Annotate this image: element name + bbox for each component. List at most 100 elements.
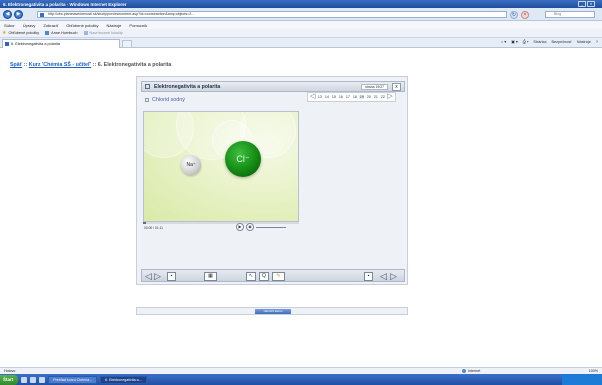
volume-slider[interactable]: [256, 226, 286, 228]
minimize-button[interactable]: _: [578, 1, 586, 7]
globe-icon: [462, 369, 466, 373]
refresh-icon[interactable]: ↻: [510, 11, 518, 19]
window-title: 6. Elektronegativita a polarita - Window…: [3, 1, 127, 7]
help-icon[interactable]: ?: [596, 40, 598, 44]
tab-label: 6. Elektronegativita a polarita: [11, 42, 60, 46]
breadcrumb-current: 6. Elektronegativita a polarita: [97, 62, 172, 68]
menu-bar: Súbor Úpravy Zobraziť Obľúbené položky N…: [0, 21, 602, 29]
page-link[interactable]: 22: [380, 95, 385, 99]
close-window-button[interactable]: x: [587, 1, 595, 7]
menu-icon[interactable]: ▪: [167, 272, 176, 281]
search-input[interactable]: Bing: [545, 11, 595, 18]
page-link[interactable]: 14: [324, 95, 329, 99]
highlight-icon[interactable]: ✎: [272, 272, 285, 281]
search-provider: Bing: [554, 12, 562, 16]
calculator-icon[interactable]: ▦: [204, 272, 217, 281]
lesson-footer: Ukončiť lekciu: [136, 307, 408, 315]
quick-launch-icon[interactable]: [30, 376, 37, 383]
tab-favicon-icon: [5, 42, 9, 46]
menu-edit[interactable]: Úpravy: [23, 23, 36, 28]
address-bar: ◀ ▶ http://cbn.planetavedomosti.sk/study…: [0, 8, 602, 21]
quick-launch-icon[interactable]: [39, 376, 46, 383]
menu-help[interactable]: Pomocník: [129, 23, 147, 28]
slide-icon: [145, 98, 149, 102]
tab-active[interactable]: 6. Elektronegativita a polarita: [2, 39, 120, 48]
page-link-current[interactable]: 19: [359, 95, 365, 99]
playback-controls: ▶ ◉: [236, 223, 286, 231]
favorites-button[interactable]: ★ Obľúbené položky: [2, 30, 39, 36]
taskbar-item-active[interactable]: 6. Elektronegativita a...: [100, 375, 147, 384]
lesson-player: Elektronegativita a polarita strana 19/2…: [136, 76, 408, 285]
page-link[interactable]: 13: [317, 95, 322, 99]
command-bar: ⌂ ▾ ▣ ▾ ⎙ ▾ Stránka Bezpečnosť Nástroje …: [501, 39, 598, 45]
breadcrumb-course-link[interactable]: Kurz 'Chémia SŠ - učiteľ': [29, 62, 92, 68]
page-link[interactable]: 21: [373, 95, 378, 99]
page-link[interactable]: 20: [366, 95, 371, 99]
menu-file[interactable]: Súbor: [4, 23, 15, 28]
player-header: Elektronegativita a polarita strana 19/2…: [141, 81, 405, 92]
finish-lesson-button[interactable]: Ukončiť lekciu: [255, 309, 291, 314]
prev-slide-icon[interactable]: ◁: [380, 271, 387, 281]
pointer-icon[interactable]: ↖: [246, 272, 256, 281]
favorites-bar: ★ Obľúbené položky Anne Hornbuch Navrhov…: [0, 29, 602, 38]
chloride-ion: Cl⁻: [225, 141, 261, 177]
zoom-icon[interactable]: Q: [259, 272, 269, 281]
page-icon: [83, 31, 88, 35]
forward-button[interactable]: ▶: [14, 10, 23, 19]
page-status: strana 19/27: [361, 84, 388, 90]
slide-title: Chlorid sodný: [145, 97, 185, 103]
slide-title-text: Chlorid sodný: [152, 97, 185, 103]
favorites-label: Obľúbené položky: [8, 31, 40, 35]
breadcrumb: Späť :: Kurz 'Chémia SŠ - učiteľ' :: 6. …: [10, 62, 171, 68]
lesson-icon: [145, 84, 150, 89]
timecode: 00:00 / 01:11: [144, 226, 164, 230]
page-favicon-icon: [40, 13, 44, 17]
next-slide-icon[interactable]: ▷: [390, 271, 397, 281]
page-link[interactable]: 17: [345, 95, 350, 99]
page-navigator: ◁ 13 14 15 16 17 18 19 20 21 22 ▷: [307, 92, 396, 102]
quick-launch-icon[interactable]: [21, 376, 28, 383]
next-slide-icon[interactable]: ▷: [154, 271, 161, 281]
fullscreen-icon[interactable]: ▪: [364, 272, 373, 281]
page-link[interactable]: 18: [352, 95, 357, 99]
player-close-button[interactable]: x: [392, 83, 401, 91]
feeds-icon[interactable]: ▣ ▾: [511, 39, 518, 44]
page-menu[interactable]: Stránka: [533, 40, 546, 44]
start-button[interactable]: Štart: [0, 374, 19, 385]
star-icon: ★: [2, 30, 7, 36]
home-icon[interactable]: ⌂ ▾: [501, 39, 506, 44]
breadcrumb-back-link[interactable]: Späť: [10, 62, 22, 68]
play-icon[interactable]: ▶: [236, 223, 244, 231]
progress-fill: [143, 222, 147, 224]
menu-tools[interactable]: Nástroje: [107, 23, 122, 28]
page-link[interactable]: 15: [331, 95, 336, 99]
window-title-bar: 6. Elektronegativita a polarita - Window…: [0, 0, 602, 8]
new-tab-button[interactable]: [122, 40, 132, 48]
url-input[interactable]: http://cbn.planetavedomosti.sk/study/pre…: [37, 11, 507, 18]
sodium-ion: Na⁺: [181, 155, 201, 175]
favorite-link-2-label: Navrhované lokality: [89, 31, 123, 35]
favorite-link-1[interactable]: Anne Hornbuch: [45, 31, 78, 35]
animation-stage: Na⁺ Cl⁻: [143, 111, 299, 222]
menu-view[interactable]: Zobraziť: [43, 23, 58, 28]
favorite-link-2[interactable]: Navrhované lokality: [83, 31, 123, 35]
pager-prev-icon[interactable]: ◁: [310, 93, 315, 100]
back-button[interactable]: ◀: [3, 10, 12, 19]
page-link[interactable]: 16: [338, 95, 343, 99]
page-icon: [45, 31, 50, 35]
taskbar-item[interactable]: Prehľad kurzu Chémia...: [48, 375, 98, 384]
prev-slide-icon[interactable]: ◁: [145, 271, 152, 281]
safety-menu[interactable]: Bezpečnosť: [552, 40, 572, 44]
print-icon[interactable]: ⎙ ▾: [523, 40, 529, 44]
status-text: Hotovo: [4, 369, 16, 373]
pager-next-icon[interactable]: ▷: [387, 93, 392, 100]
stop-icon[interactable]: ×: [521, 11, 529, 19]
system-tray: [562, 374, 602, 385]
player-title: Elektronegativita a polarita: [154, 84, 221, 90]
volume-icon[interactable]: ◉: [246, 223, 254, 231]
player-toolbar: ◁ ▷ ▪ ▦ ↖ Q ✎ ▪ ◁ ▷: [141, 269, 405, 282]
tools-menu[interactable]: Nástroje: [577, 40, 591, 44]
url-text: http://cbn.planetavedomosti.sk/study/pre…: [48, 12, 195, 16]
menu-favorites[interactable]: Obľúbené položky: [66, 23, 98, 28]
status-bar: Hotovo Internet 100%: [0, 367, 602, 374]
